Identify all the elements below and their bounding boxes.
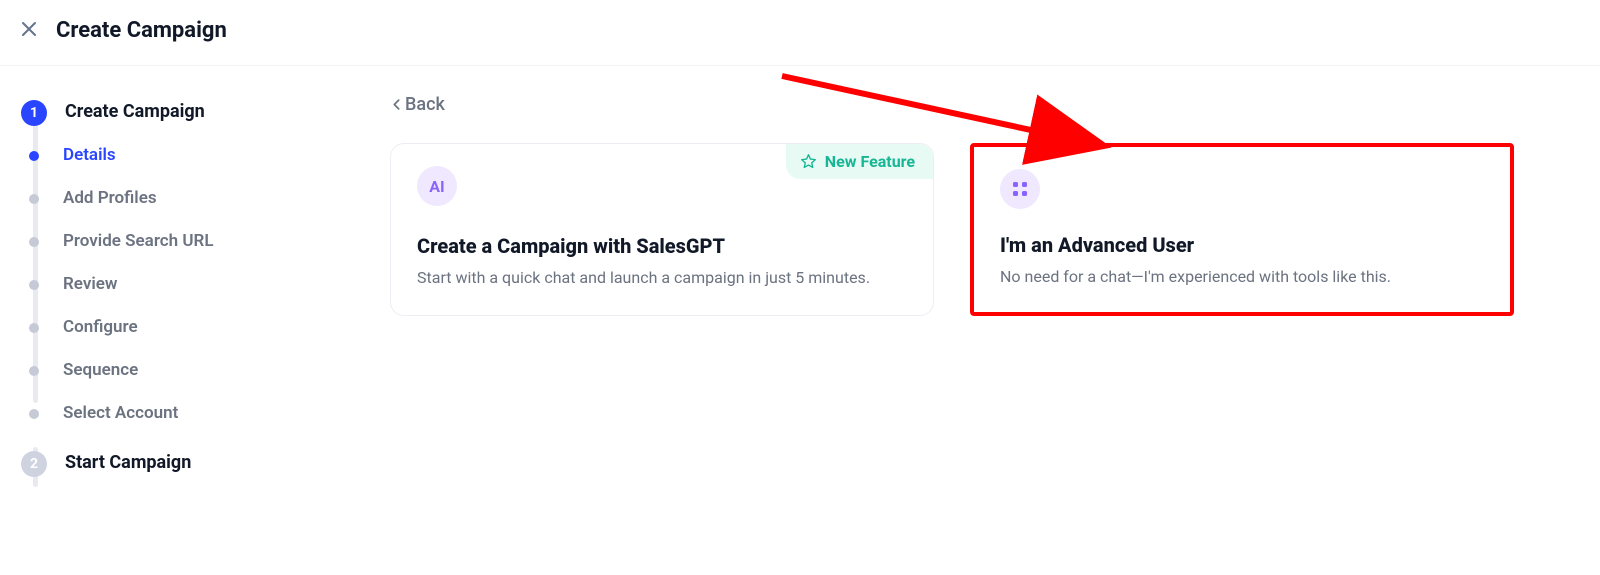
step-label: Start Campaign bbox=[65, 451, 191, 475]
grid-icon bbox=[1000, 169, 1040, 209]
new-feature-label: New Feature bbox=[825, 152, 915, 171]
substep-review[interactable]: Review bbox=[12, 267, 306, 302]
page-header: Create Campaign bbox=[0, 0, 1600, 66]
card-title: Create a Campaign with SalesGPT bbox=[417, 234, 907, 258]
main-panel: Back New Feature AI Create a Campaign wi… bbox=[330, 94, 1600, 483]
substep-label: Sequence bbox=[63, 359, 138, 382]
step-number-icon: 1 bbox=[21, 100, 47, 126]
back-label: Back bbox=[405, 94, 445, 115]
page-title: Create Campaign bbox=[56, 18, 227, 43]
card-title: I'm an Advanced User bbox=[1000, 233, 1484, 257]
close-icon[interactable] bbox=[20, 20, 38, 42]
card-desc: Start with a quick chat and launch a cam… bbox=[417, 268, 907, 287]
substep-label: Add Profiles bbox=[63, 187, 157, 210]
substep-sequence[interactable]: Sequence bbox=[12, 353, 306, 388]
card-salesgpt[interactable]: New Feature AI Create a Campaign with Sa… bbox=[390, 143, 934, 316]
star-icon bbox=[800, 153, 817, 170]
step-create-campaign[interactable]: 1 Create Campaign bbox=[12, 94, 306, 132]
substep-details[interactable]: Details bbox=[12, 138, 306, 173]
card-advanced-user[interactable]: I'm an Advanced User No need for a chat—… bbox=[970, 143, 1514, 316]
substep-select-account[interactable]: Select Account bbox=[12, 396, 306, 431]
substep-provide-search-url[interactable]: Provide Search URL bbox=[12, 224, 306, 259]
substep-label: Provide Search URL bbox=[63, 230, 214, 253]
ai-icon-label: AI bbox=[429, 177, 444, 196]
dot-icon bbox=[29, 280, 39, 290]
substep-label: Review bbox=[63, 273, 117, 296]
substep-label: Configure bbox=[63, 316, 138, 339]
dot-icon bbox=[29, 151, 39, 161]
dot-icon bbox=[29, 194, 39, 204]
substep-label: Details bbox=[63, 144, 116, 167]
stepper-sidebar: 1 Create Campaign Details Add Profiles P… bbox=[0, 94, 330, 483]
card-desc: No need for a chat—I'm experienced with … bbox=[1000, 267, 1484, 286]
back-button[interactable]: Back bbox=[390, 94, 445, 115]
new-feature-badge: New Feature bbox=[786, 144, 933, 179]
dot-icon bbox=[29, 409, 39, 419]
dot-icon bbox=[29, 366, 39, 376]
dot-icon bbox=[29, 237, 39, 247]
substep-label: Select Account bbox=[63, 402, 178, 425]
step-number-icon: 2 bbox=[21, 451, 47, 477]
ai-icon: AI bbox=[417, 166, 457, 206]
substep-configure[interactable]: Configure bbox=[12, 310, 306, 345]
step-start-campaign[interactable]: 2 Start Campaign bbox=[12, 445, 306, 483]
dot-icon bbox=[29, 323, 39, 333]
step-label: Create Campaign bbox=[65, 100, 205, 124]
chevron-left-icon bbox=[390, 98, 403, 111]
substep-add-profiles[interactable]: Add Profiles bbox=[12, 181, 306, 216]
